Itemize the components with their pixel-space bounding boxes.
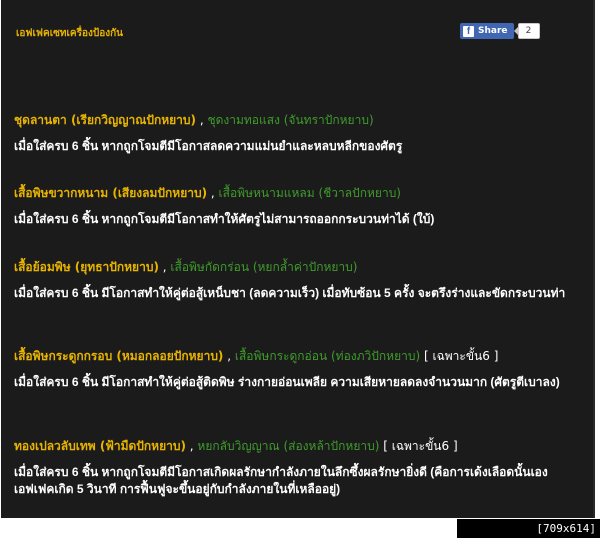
set-primary-name: ทองเปลวลับเทพ (ฟ้ามืดปักหยาบ) xyxy=(14,439,186,453)
set-item: เสื้อย้อมพิษ (ยุทธาปักหยาบ) , เสื้อพิษกั… xyxy=(14,259,586,302)
set-tier-tag: [ เฉพาะขั้น6 ] xyxy=(420,349,499,363)
set-separator: , xyxy=(223,349,235,363)
set-separator: , xyxy=(185,439,198,453)
facebook-share[interactable]: f Share 2 xyxy=(460,23,540,39)
set-item: ทองเปลวลับเทพ (ฟ้ามืดปักหยาบ) , หยกลับวิ… xyxy=(14,438,586,498)
set-description: เมื่อใส่ครบ 6 ชิ้น มีโอกาสทำให้คู่ต่อสู้… xyxy=(14,286,566,300)
set-description: เมื่อใส่ครบ 6 ชิ้น มีโอกาสทำให้คู่ต่อสู้… xyxy=(14,375,560,389)
facebook-share-button[interactable]: f Share xyxy=(460,23,514,39)
set-tier-tag: [ เฉพาะขั้น6 ] xyxy=(379,439,458,453)
set-secondary-name: เสื้อพิษหนามแหลม (ชีวาลปักหยาบ) xyxy=(218,186,401,200)
set-primary-name: เสื้อพิษกระดูกกรอบ (หมอกลอยปักหยาบ) xyxy=(14,349,224,363)
set-heading: ชุดลานตา (เรียกวิญญาณปักหยาบ) , ชุดงามทอ… xyxy=(14,112,586,128)
facebook-icon: f xyxy=(463,25,474,37)
set-heading: เสื้อย้อมพิษ (ยุทธาปักหยาบ) , เสื้อพิษกั… xyxy=(14,259,586,275)
set-description: เมื่อใส่ครบ 6 ชิ้น หากถูกโจมตีมีโอกาสลดค… xyxy=(14,139,403,153)
set-heading: เสื้อพิษกระดูกกรอบ (หมอกลอยปักหยาบ) , เส… xyxy=(14,348,586,364)
set-primary-name: ชุดลานตา (เรียกวิญญาณปักหยาบ) xyxy=(14,113,196,127)
set-description: เมื่อใส่ครบ 6 ชิ้น หากถูกโจมตีมีโอกาสทำใ… xyxy=(14,212,435,226)
set-item: เสื้อพิษขวากหนาม (เสียงลมปักหยาบ) , เสื้… xyxy=(14,185,586,228)
set-description: เมื่อใส่ครบ 6 ชิ้น หากถูกโจมตีมีโอกาสเกิ… xyxy=(14,465,548,496)
set-primary-name: เสื้อย้อมพิษ (ยุทธาปักหยาบ) xyxy=(14,260,159,274)
page-title: เอฟเฟคเซทเครื่องป้องกัน xyxy=(16,28,123,39)
share-count: 2 xyxy=(513,23,540,39)
facebook-share-label: Share xyxy=(478,26,508,36)
set-secondary-name: ชุดงามทอแสง (จันทราปักหยาบ) xyxy=(207,113,374,127)
content-panel: เอฟเฟคเซทเครื่องป้องกัน f Share 2 ชุดลาน… xyxy=(1,0,595,518)
set-secondary-name: เสื้อพิษกระดูกอ่อน (ท่องภวิปักหยาบ) xyxy=(234,349,421,363)
image-host-footer[interactable]: [709x614] http://upic.me/ xyxy=(457,519,600,554)
set-secondary-name: เสื้อพิษกัดกร่อน (หยกล้ำค่าปักหยาบ) xyxy=(170,260,358,274)
set-item: เสื้อพิษกระดูกกรอบ (หมอกลอยปักหยาบ) , เส… xyxy=(14,348,586,391)
set-heading: เสื้อพิษขวากหนาม (เสียงลมปักหยาบ) , เสื้… xyxy=(14,185,586,201)
set-separator: , xyxy=(158,260,171,274)
set-separator: , xyxy=(196,113,208,127)
set-separator: , xyxy=(207,186,219,200)
set-item: ชุดลานตา (เรียกวิญญาณปักหยาบ) , ชุดงามทอ… xyxy=(14,112,586,155)
set-heading: ทองเปลวลับเทพ (ฟ้ามืดปักหยาบ) , หยกลับวิ… xyxy=(14,438,586,454)
set-primary-name: เสื้อพิษขวากหนาม (เสียงลมปักหยาบ) xyxy=(14,186,208,200)
set-secondary-name: หยกลับวิญญาณ (ส่องหล้าปักหยาบ) xyxy=(197,439,380,453)
